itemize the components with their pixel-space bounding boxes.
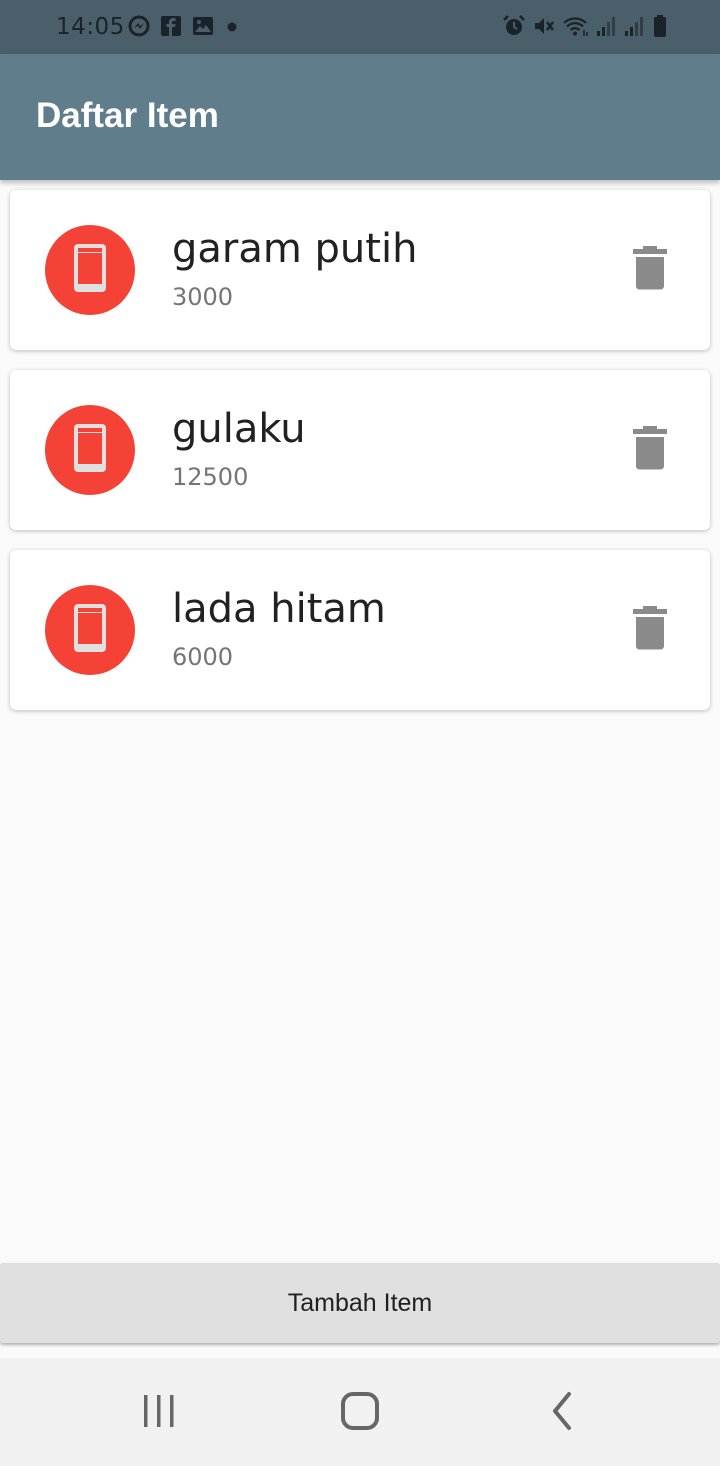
signal-icon [624,14,646,43]
item-name: garam putih [172,226,418,272]
gallery-icon [192,15,214,42]
item-list: garam putih 3000 gulaku 12500 lada hitam… [10,190,710,730]
app-bar: Daftar Item [0,54,720,180]
item-name: lada hitam [172,586,386,632]
battery-icon [652,14,668,43]
messenger-icon [128,15,150,42]
back-button[interactable] [532,1388,592,1438]
item-price: 6000 [172,643,234,671]
item-price: 12500 [172,463,249,491]
alarm-icon [502,14,526,43]
phone-icon [73,423,107,478]
page-title: Daftar Item [36,96,219,135]
signal-icon [596,14,618,43]
home-button[interactable] [330,1388,390,1438]
add-item-button[interactable]: Tambah Item [0,1263,720,1343]
trash-icon [633,245,667,295]
wifi-icon [562,14,590,43]
status-left-icons [128,15,240,42]
navigation-bar [0,1358,720,1466]
delete-button[interactable] [630,425,670,475]
list-item[interactable]: lada hitam 6000 [10,550,710,710]
list-item[interactable]: gulaku 12500 [10,370,710,530]
item-avatar [45,225,135,315]
home-icon [340,1391,380,1436]
delete-button[interactable] [630,605,670,655]
mute-icon [532,14,556,43]
status-right-icons [502,14,668,43]
status-bar: 14:05 [0,0,720,54]
recent-apps-icon [141,1393,177,1434]
back-icon [547,1391,577,1436]
status-time: 14:05 [56,14,125,40]
delete-button[interactable] [630,245,670,295]
trash-icon [633,425,667,475]
recent-apps-button[interactable] [129,1388,189,1438]
item-avatar [45,405,135,495]
facebook-icon [160,15,182,42]
item-price: 3000 [172,283,234,311]
phone-icon [73,243,107,298]
phone-icon [73,603,107,658]
trash-icon [633,605,667,655]
item-name: gulaku [172,406,306,452]
list-item[interactable]: garam putih 3000 [10,190,710,350]
item-avatar [45,585,135,675]
dot-icon [224,15,240,42]
